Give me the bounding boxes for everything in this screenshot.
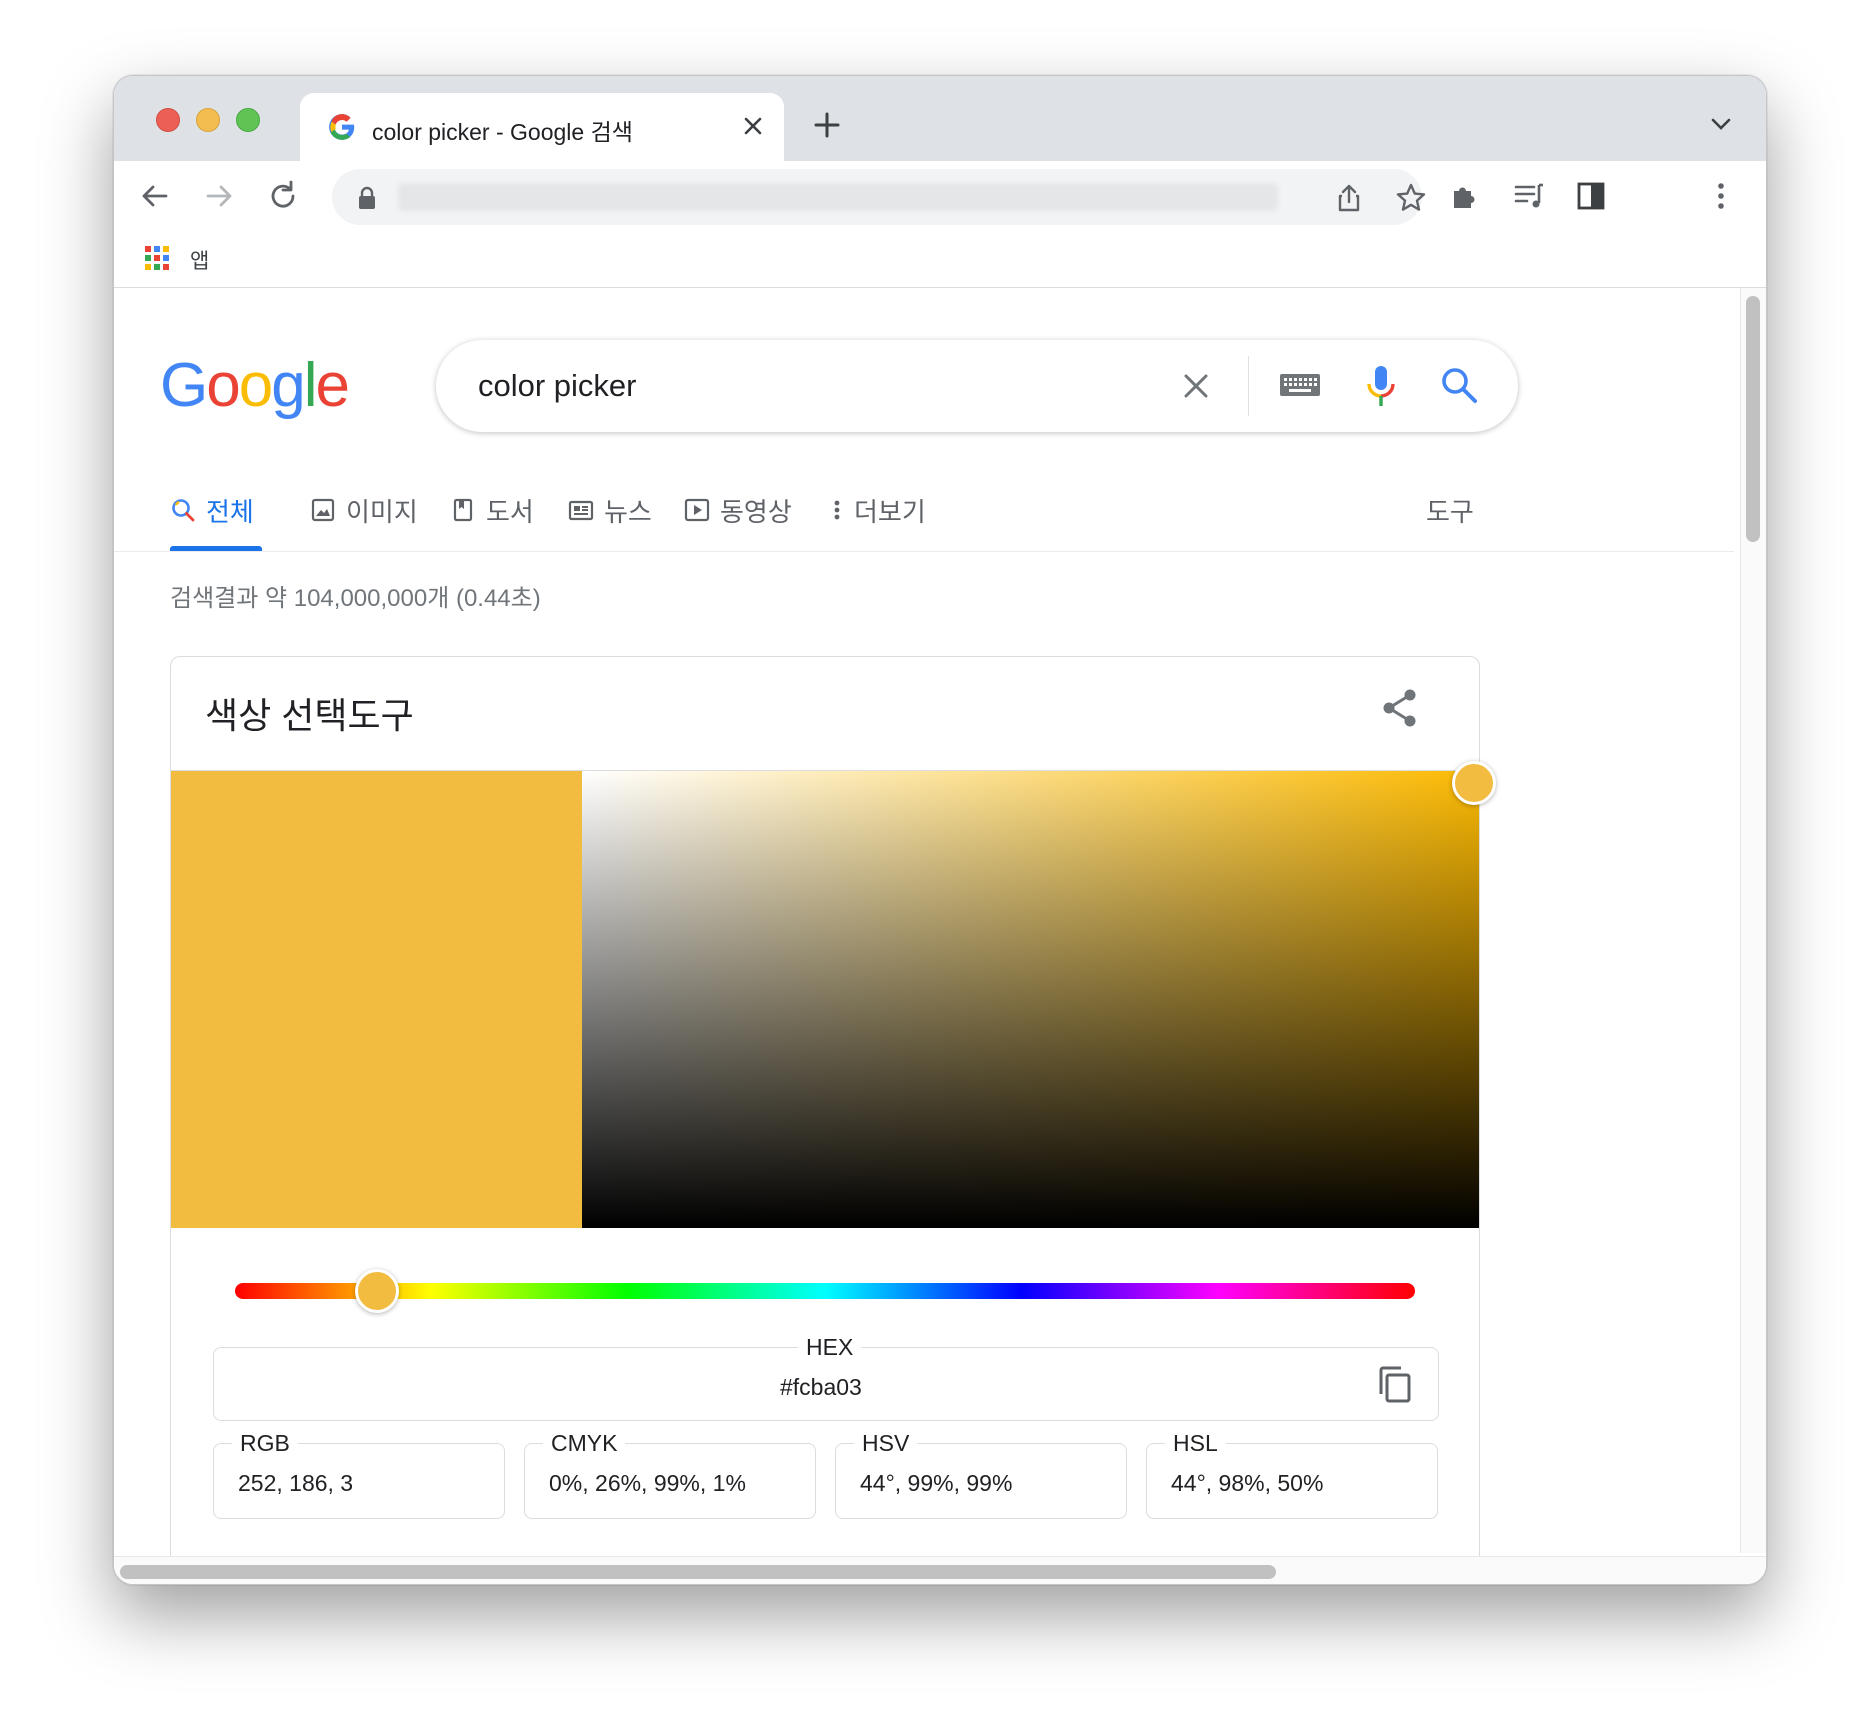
google-favicon-icon [329, 114, 355, 140]
selected-color-swatch [171, 771, 582, 1228]
page-content: Google color picker 전체 이미지 도서 뉴스 동영상 더보기… [114, 288, 1766, 1584]
tab-strip: color picker - Google 검색 [114, 76, 1766, 161]
tab-news[interactable]: 뉴스 [568, 490, 652, 530]
vertical-scrollbar[interactable] [1740, 288, 1766, 1553]
logo-letter: g [271, 351, 306, 420]
tab-title: color picker - Google 검색 [372, 119, 633, 145]
search-icon[interactable] [1438, 364, 1480, 406]
saturation-value-area[interactable] [582, 771, 1479, 1228]
reload-icon[interactable] [264, 177, 302, 215]
tab-news-label: 뉴스 [604, 496, 652, 527]
book-icon [453, 498, 473, 522]
close-tab-icon[interactable] [738, 111, 768, 141]
hsl-label: HSL [1165, 1430, 1226, 1457]
cmyk-value[interactable]: 0%, 26%, 99%, 1% [549, 1470, 746, 1497]
logo-letter: e [315, 351, 350, 420]
back-arrow-icon[interactable] [136, 177, 174, 215]
play-icon [684, 498, 710, 522]
tab-videos-label: 동영상 [720, 496, 792, 527]
url-text-blurred[interactable] [398, 183, 1278, 211]
tab-all-label: 전체 [206, 496, 254, 527]
reading-list-icon[interactable] [1510, 177, 1548, 215]
color-picker-card: 색상 선택도구 HEX #fcba03 RGB 252, 186, 3 CMYK… [170, 656, 1496, 1584]
tab-tools[interactable]: 도구 [1426, 490, 1474, 530]
share-icon[interactable] [1377, 685, 1423, 731]
cmyk-label: CMYK [543, 1430, 626, 1457]
browser-window: color picker - Google 검색 앱 Google color … [113, 75, 1767, 1585]
tab-more-label: 더보기 [854, 496, 926, 527]
clear-search-icon[interactable] [1178, 368, 1214, 404]
share-page-icon[interactable] [1332, 181, 1366, 215]
bookmark-star-icon[interactable] [1394, 181, 1428, 215]
google-logo[interactable]: Google [160, 350, 350, 421]
address-bar[interactable] [332, 169, 1426, 225]
apps-bookmark-label[interactable]: 앱 [190, 245, 209, 275]
logo-letter: o [206, 351, 241, 420]
browser-toolbar [114, 161, 1766, 233]
hsv-value[interactable]: 44°, 99%, 99% [860, 1470, 1012, 1497]
vertical-scrollbar-thumb[interactable] [1746, 296, 1760, 542]
horizontal-scrollbar-thumb[interactable] [120, 1565, 1276, 1579]
image-icon [311, 498, 335, 522]
hex-label: HEX [798, 1334, 862, 1361]
search-box[interactable]: color picker [436, 340, 1518, 432]
saturation-value-handle[interactable] [1452, 761, 1496, 805]
minimize-window-button[interactable] [196, 108, 220, 132]
logo-letter: l [303, 351, 318, 420]
hue-slider[interactable] [235, 1283, 1415, 1299]
extensions-puzzle-icon[interactable] [1446, 177, 1484, 215]
hsv-field[interactable]: HSV 44°, 99%, 99% [835, 1430, 1127, 1519]
logo-letter: G [160, 351, 208, 420]
tab-images-label: 이미지 [346, 496, 418, 527]
chevron-down-icon[interactable] [1708, 114, 1734, 134]
search-nav-tabs: 전체 이미지 도서 뉴스 동영상 더보기 도구 [114, 478, 1734, 552]
horizontal-scrollbar[interactable] [114, 1556, 1766, 1584]
tab-all[interactable]: 전체 [170, 490, 254, 530]
hsl-field[interactable]: HSL 44°, 98%, 50% [1146, 1430, 1438, 1519]
copy-icon[interactable] [1374, 1364, 1416, 1406]
hue-slider-handle[interactable] [354, 1269, 399, 1313]
tab-tools-label: 도구 [1426, 496, 1474, 527]
tab-books[interactable]: 도서 [450, 490, 534, 530]
search-icon [172, 499, 195, 522]
bookmarks-bar: 앱 [114, 233, 1766, 288]
logo-letter: o [238, 351, 274, 420]
rgb-value[interactable]: 252, 186, 3 [238, 1470, 353, 1497]
hex-field[interactable]: HEX #fcba03 [213, 1334, 1439, 1421]
cmyk-field[interactable]: CMYK 0%, 26%, 99%, 1% [524, 1430, 816, 1519]
rgb-label: RGB [232, 1430, 298, 1457]
forward-arrow-icon[interactable] [200, 177, 238, 215]
search-input[interactable]: color picker [478, 368, 637, 404]
rgb-field[interactable]: RGB 252, 186, 3 [213, 1430, 505, 1519]
tab-more[interactable]: 더보기 [830, 490, 926, 530]
hsl-value[interactable]: 44°, 98%, 50% [1171, 1470, 1323, 1497]
more-vert-icon[interactable] [1702, 177, 1740, 215]
hsv-label: HSV [854, 1430, 918, 1457]
result-stats: 검색결과 약 104,000,000개 (0.44초) [170, 585, 541, 612]
searchbox-divider [1248, 356, 1249, 416]
more-vert-icon [834, 500, 840, 520]
close-window-button[interactable] [156, 108, 180, 132]
lock-icon[interactable] [356, 185, 378, 211]
tab-videos[interactable]: 동영상 [684, 490, 792, 530]
tab-books-label: 도서 [486, 496, 534, 527]
browser-tab-active[interactable]: color picker - Google 검색 [300, 93, 784, 161]
apps-grid-icon[interactable] [144, 245, 170, 271]
newspaper-icon [568, 500, 594, 521]
card-title: 색상 선택도구 [205, 695, 414, 736]
tab-images[interactable]: 이미지 [310, 490, 418, 530]
hex-value[interactable]: #fcba03 [780, 1374, 862, 1401]
new-tab-icon[interactable] [812, 110, 842, 140]
active-tab-indicator [170, 546, 262, 551]
voice-search-mic-icon[interactable] [1364, 364, 1398, 408]
maximize-window-button[interactable] [236, 108, 260, 132]
side-panel-icon[interactable] [1572, 177, 1610, 215]
keyboard-icon[interactable] [1278, 370, 1322, 400]
